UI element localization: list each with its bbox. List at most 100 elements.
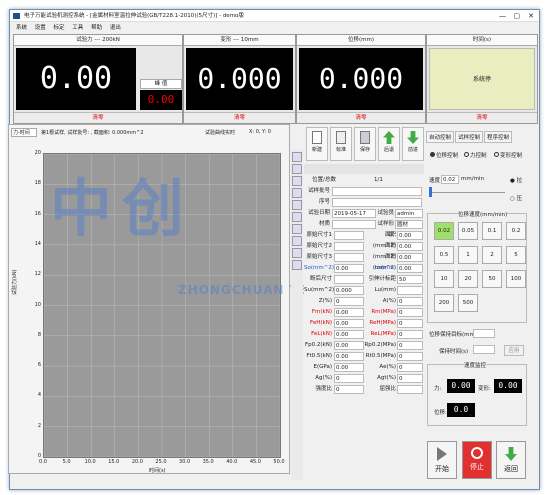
mode-force-radio[interactable]: 力控制 — [464, 151, 487, 159]
param-value-2[interactable]: 0.00 — [397, 253, 423, 262]
menu-help[interactable]: 帮助 — [91, 25, 102, 31]
return-button[interactable]: 返回 — [496, 441, 526, 479]
menu-settings[interactable]: 设置 — [35, 25, 46, 31]
time-zero-button[interactable]: 清零 — [427, 112, 537, 123]
standard-button[interactable]: 标准 — [330, 127, 352, 161]
force-zero-button[interactable]: 清零 — [14, 112, 182, 123]
material-field[interactable] — [332, 220, 376, 229]
param-value-2[interactable]: 0.00 — [397, 264, 423, 273]
param-value[interactable]: 0.00 — [334, 352, 364, 361]
save-button[interactable]: 保存 — [354, 127, 376, 161]
tool-icon-1[interactable] — [292, 152, 302, 162]
mode-deform-radio[interactable]: 变形控制 — [494, 151, 522, 159]
param-value-2[interactable]: 0 — [397, 341, 423, 350]
minimize-button[interactable]: — — [497, 10, 509, 21]
speed-preset-button[interactable]: 0.1 — [482, 222, 502, 240]
mode-disp-radio[interactable]: 位移控制 — [430, 151, 458, 159]
monitor-force: 0.00 — [447, 379, 475, 393]
target-field[interactable] — [473, 329, 495, 338]
tool-icon-3[interactable] — [292, 176, 302, 186]
tester-field[interactable]: admin — [395, 209, 423, 218]
speed-slider[interactable] — [429, 187, 505, 197]
serial-field[interactable] — [332, 198, 422, 207]
apply-button[interactable]: 应用 — [504, 345, 524, 356]
back-button[interactable]: 后退 — [378, 127, 400, 161]
menu-calibrate[interactable]: 标定 — [54, 25, 65, 31]
deform-zero-button[interactable]: 清零 — [184, 112, 295, 123]
param-value-2[interactable]: 0 — [397, 374, 423, 383]
close-button[interactable]: ✕ — [525, 10, 537, 21]
speed-preset-button[interactable]: 200 — [434, 294, 454, 312]
y-tick-label: 16 — [34, 210, 41, 217]
menu-tools[interactable]: 工具 — [72, 25, 83, 31]
start-button[interactable]: 开始 — [427, 441, 457, 479]
param-value-2[interactable]: 0 — [397, 308, 423, 317]
speed-preset-button[interactable]: 100 — [506, 270, 526, 288]
param-value-2[interactable]: 0 — [397, 363, 423, 372]
tool-icon-5[interactable] — [292, 200, 302, 210]
tab-auto[interactable]: 自动控制 — [426, 131, 455, 143]
speed-preset-button[interactable]: 20 — [458, 270, 478, 288]
param-value-2[interactable]: 0 — [397, 319, 423, 328]
speed-preset-button[interactable]: 5 — [506, 246, 526, 264]
dir-tension-radio[interactable]: ● 拉 — [510, 176, 522, 184]
speed-preset-button[interactable]: 0.02 — [434, 222, 454, 240]
tab-specimen[interactable]: 试样控制 — [455, 131, 484, 143]
tool-icon-2[interactable] — [292, 164, 302, 174]
param-value[interactable] — [334, 275, 364, 284]
param-value-2[interactable]: 0 — [397, 330, 423, 339]
tool-icon-10[interactable] — [292, 260, 302, 270]
param-value[interactable]: 0.00 — [334, 264, 364, 273]
speed-preset-button[interactable]: 1 — [458, 246, 478, 264]
param-value[interactable]: 0.00 — [334, 308, 364, 317]
batch-field[interactable] — [332, 187, 422, 196]
param-value[interactable]: 0.00 — [334, 341, 364, 350]
param-value-2[interactable]: 0 — [397, 352, 423, 361]
param-value[interactable] — [334, 231, 364, 240]
speed-preset-button[interactable]: 0.5 — [434, 246, 454, 264]
tab-program[interactable]: 程序控制 — [484, 131, 513, 143]
param-value[interactable]: 0 — [334, 385, 364, 394]
tool-icon-8[interactable] — [292, 236, 302, 246]
shape-select[interactable]: 圆材 — [395, 220, 423, 229]
tool-icon-6[interactable] — [292, 212, 302, 222]
speed-preset-button[interactable]: 2 — [482, 246, 502, 264]
param-value[interactable] — [334, 242, 364, 251]
new-button[interactable]: 新建 — [306, 127, 328, 161]
speed-preset-button[interactable]: 10 — [434, 270, 454, 288]
param-value[interactable]: 0.00 — [334, 330, 364, 339]
dir-compress-radio[interactable]: ○ 压 — [510, 194, 522, 202]
speed-preset-button[interactable]: 500 — [458, 294, 478, 312]
slider-thumb[interactable] — [429, 187, 432, 197]
speed-preset-button[interactable]: 0.05 — [458, 222, 478, 240]
tool-icon-9[interactable] — [292, 248, 302, 258]
maximize-button[interactable]: ▢ — [511, 10, 523, 21]
disp-zero-button[interactable]: 清零 — [297, 112, 425, 123]
stop-button[interactable]: 停止 — [462, 441, 492, 479]
param-value[interactable]: 0.000 — [334, 286, 364, 295]
param-value-2[interactable]: 0 — [397, 297, 423, 306]
param-value[interactable]: 0 — [334, 297, 364, 306]
curve-mode-select[interactable]: 力-时间 — [11, 128, 37, 137]
target-label: 位移保持目标(mm) — [429, 332, 478, 338]
forward-button[interactable]: 前进 — [402, 127, 424, 161]
speed-preset-button[interactable]: 0.2 — [506, 222, 526, 240]
tool-icon-7[interactable] — [292, 224, 302, 234]
menu-system[interactable]: 系统 — [16, 25, 27, 31]
param-value[interactable]: 0.00 — [334, 319, 364, 328]
speed-field[interactable]: 0.02 — [441, 175, 459, 184]
param-value-2[interactable]: 0.00 — [397, 231, 423, 240]
menu-exit[interactable]: 退出 — [110, 25, 121, 31]
speed-preset-button[interactable]: 50 — [482, 270, 502, 288]
param-value[interactable]: 0.00 — [334, 363, 364, 372]
param-value-2[interactable] — [397, 286, 423, 295]
tool-icon-4[interactable] — [292, 188, 302, 198]
param-value-2[interactable]: 50 — [397, 275, 423, 284]
param-value-2[interactable]: 0.00 — [397, 242, 423, 251]
tester-label: 试验员 — [377, 210, 394, 216]
hold-field[interactable] — [473, 345, 495, 354]
param-value[interactable] — [334, 253, 364, 262]
date-field[interactable]: 2019-05-17 — [332, 209, 376, 218]
param-value[interactable]: 0 — [334, 374, 364, 383]
param-value-2[interactable] — [397, 385, 423, 394]
